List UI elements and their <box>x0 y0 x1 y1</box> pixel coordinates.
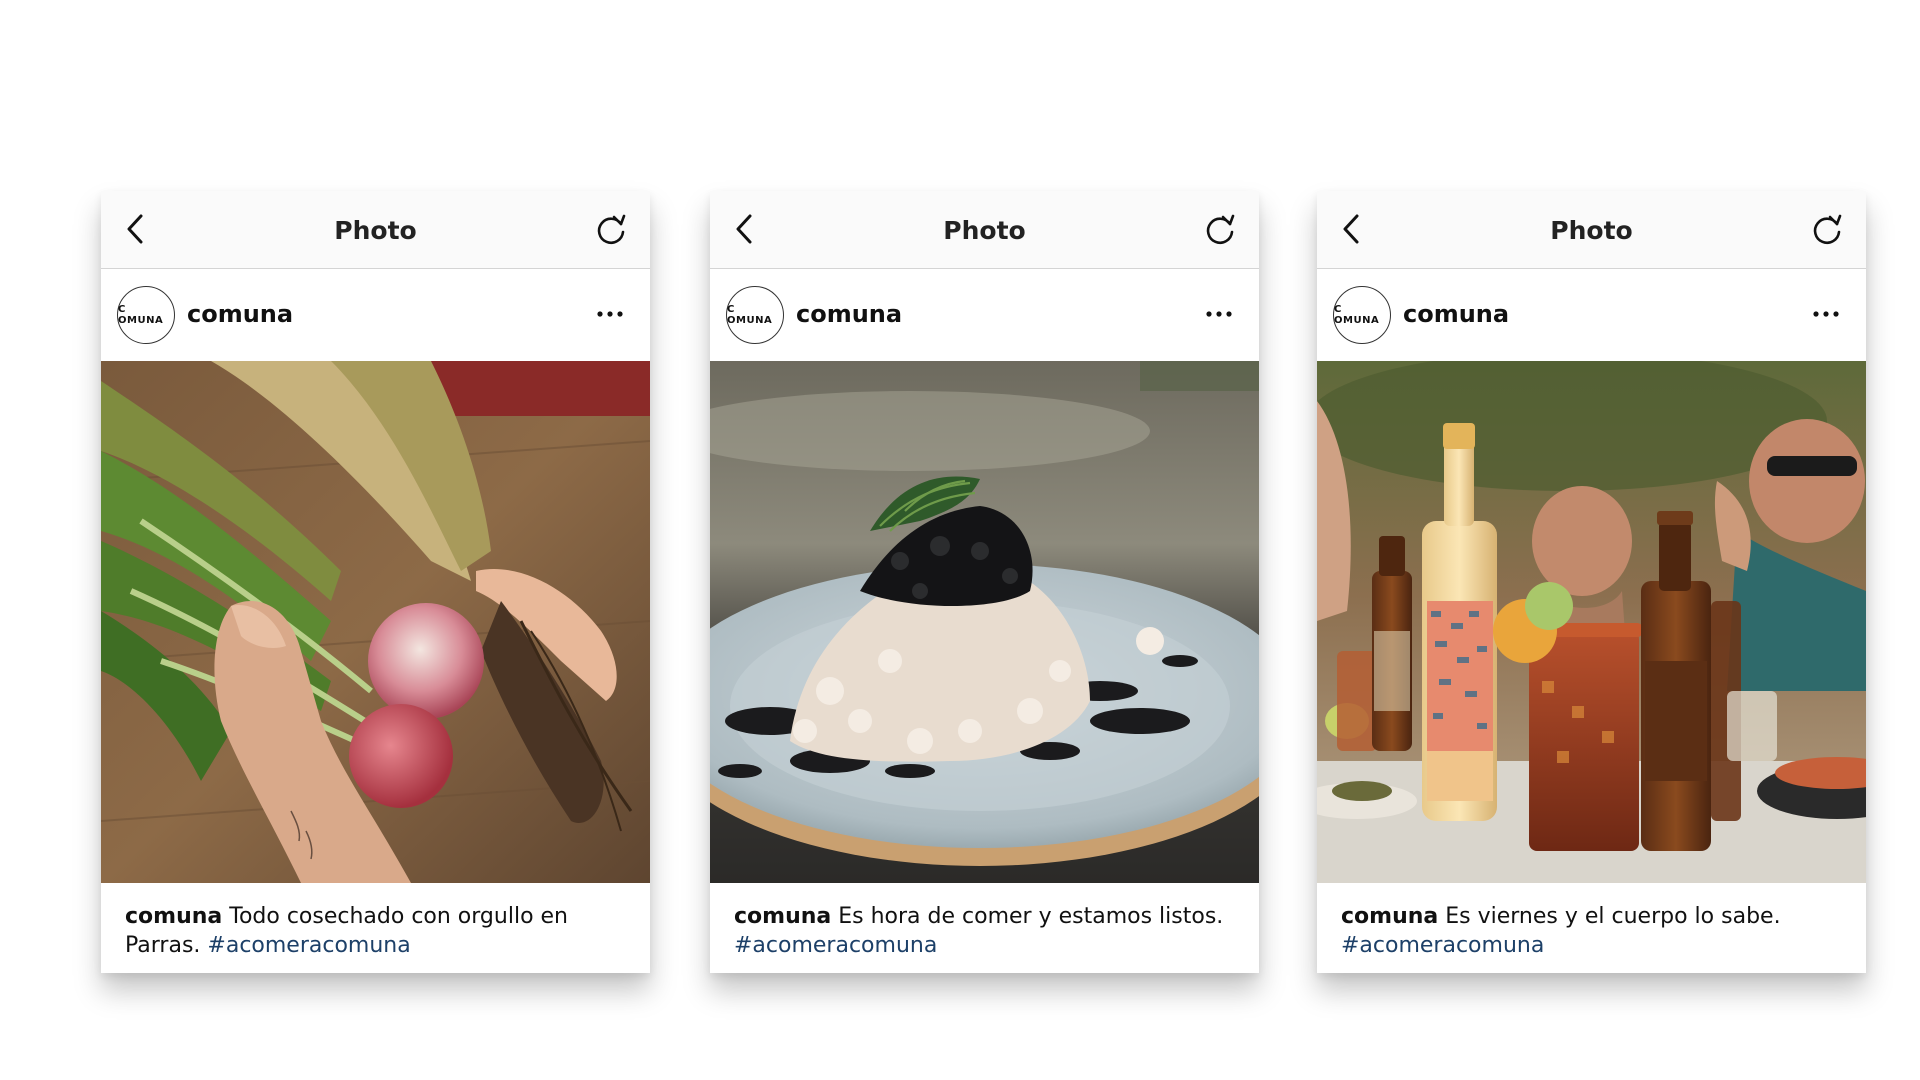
post-header: C OMUNA comuna <box>710 269 1259 361</box>
username[interactable]: comuna <box>187 300 293 328</box>
refresh-icon[interactable] <box>1808 211 1846 249</box>
instagram-post-card: Photo C OMUNA comuna <box>101 191 650 973</box>
caption-username[interactable]: comuna <box>734 904 831 929</box>
username[interactable]: comuna <box>796 300 902 328</box>
post-photo-drinks[interactable] <box>1317 361 1866 883</box>
more-horizontal-icon[interactable] <box>1201 299 1237 329</box>
avatar[interactable]: C OMUNA <box>117 286 175 344</box>
avatar-logo-text: C OMUNA <box>727 304 773 326</box>
post-header: C OMUNA comuna <box>1317 269 1866 361</box>
refresh-icon[interactable] <box>592 211 630 249</box>
avatar[interactable]: C OMUNA <box>1333 286 1391 344</box>
caption-username[interactable]: comuna <box>1341 904 1438 929</box>
caption-hashtag[interactable]: #acomeracomuna <box>207 933 410 958</box>
post-photo-dish[interactable] <box>710 361 1259 883</box>
caption-text: Es hora de comer y estamos listos. <box>838 904 1224 929</box>
avatar-logo-text: C OMUNA <box>1334 304 1380 326</box>
more-horizontal-icon[interactable] <box>1808 299 1844 329</box>
top-bar-title: Photo <box>943 216 1026 245</box>
more-horizontal-icon[interactable] <box>592 299 628 329</box>
avatar-logo-text: C OMUNA <box>118 304 164 326</box>
top-bar: Photo <box>710 191 1259 269</box>
top-bar: Photo <box>101 191 650 269</box>
caption-username[interactable]: comuna <box>125 904 222 929</box>
post-photo-vegetables[interactable] <box>101 361 650 883</box>
top-bar-title: Photo <box>1550 216 1633 245</box>
post-caption: comuna Todo cosechado con orgullo en Par… <box>125 902 630 960</box>
caption-hashtag[interactable]: #acomeracomuna <box>1341 933 1544 958</box>
instagram-post-card: Photo C OMUNA comuna <box>1317 191 1866 973</box>
caption-hashtag[interactable]: #acomeracomuna <box>734 933 937 958</box>
avatar[interactable]: C OMUNA <box>726 286 784 344</box>
caption-text: Es viernes y el cuerpo lo sabe. <box>1445 904 1781 929</box>
top-bar-title: Photo <box>334 216 417 245</box>
post-caption: comuna Es hora de comer y estamos listos… <box>734 902 1239 960</box>
top-bar: Photo <box>1317 191 1866 269</box>
refresh-icon[interactable] <box>1201 211 1239 249</box>
instagram-post-card: Photo C OMUNA comuna <box>710 191 1259 973</box>
username[interactable]: comuna <box>1403 300 1509 328</box>
post-header: C OMUNA comuna <box>101 269 650 361</box>
post-caption: comuna Es viernes y el cuerpo lo sabe. #… <box>1341 902 1846 960</box>
